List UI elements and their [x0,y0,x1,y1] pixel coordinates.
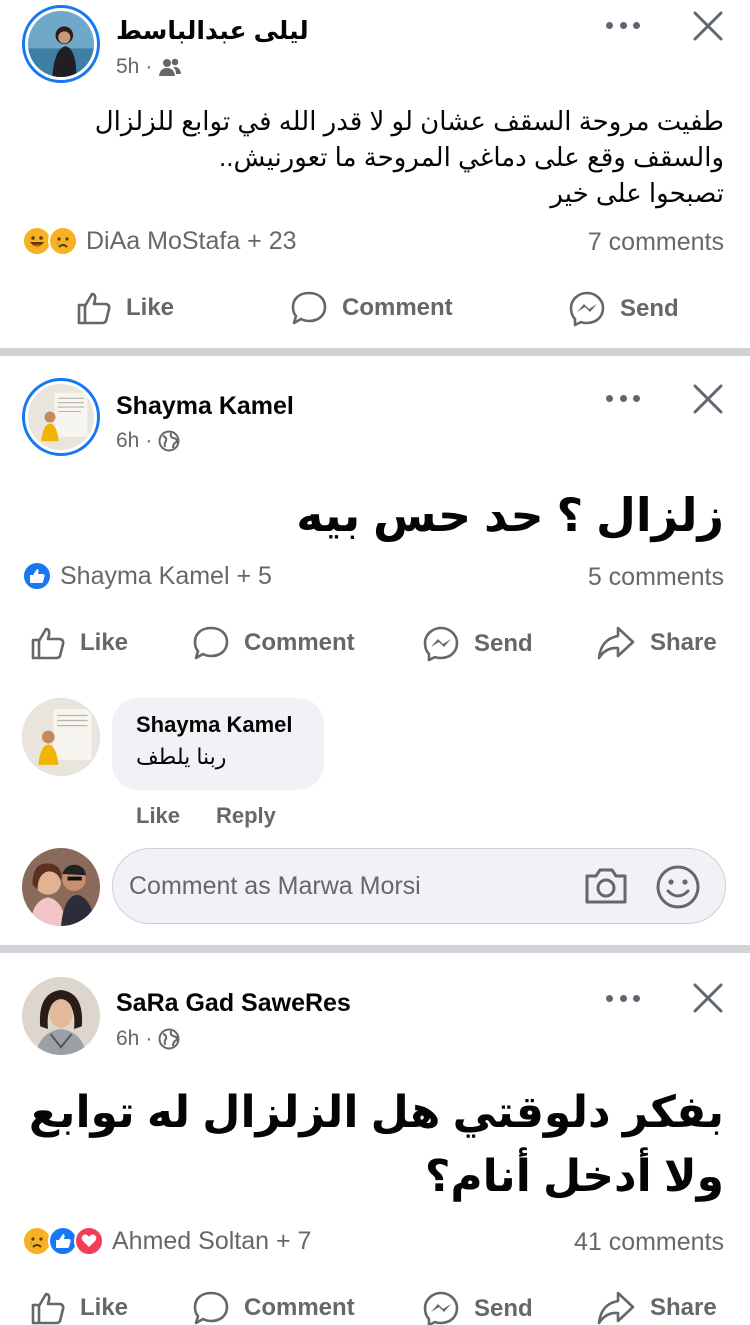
comment-icon [193,1291,229,1325]
post-1: ليلى عبدالباسط 5h · طفيت مروحة السقف عشا… [0,0,750,348]
globe-icon [158,430,180,452]
current-user-avatar[interactable] [22,848,100,926]
close-icon[interactable] [691,9,725,43]
comment-reply-link[interactable]: Reply [216,803,276,829]
send-label: Send [620,295,679,322]
comments-count[interactable]: 7 comments [588,228,724,257]
messenger-icon [423,626,459,662]
post-separator [0,348,750,356]
share-button[interactable]: Share [596,625,717,661]
post-meta: 6h · [116,429,180,453]
like-icon [77,292,111,325]
post-body-line: والسقف وقع على دماغي المروحة ما تعورنيش.… [219,142,724,172]
comment-button[interactable]: Comment [192,1290,355,1325]
commenter-avatar[interactable] [22,698,100,776]
comments-count[interactable]: 5 comments [588,563,724,592]
friends-icon [159,58,182,76]
comment-label: Comment [244,1294,355,1321]
comment-text: ربنا يلطف [136,744,227,769]
share-icon [597,626,635,660]
more-options-icon[interactable] [606,18,640,32]
like-button[interactable]: Like [30,625,128,661]
comment-input-box[interactable] [112,848,726,924]
share-label: Share [650,629,717,656]
post-meta: 5h · [116,55,182,79]
messenger-icon [423,1291,459,1325]
author-avatar[interactable] [22,977,100,1055]
more-options-icon[interactable] [606,391,640,405]
share-label: Share [650,1294,717,1321]
send-button[interactable]: Send [568,290,679,328]
comment-author[interactable]: Shayma Kamel [136,712,300,738]
post-2: Shayma Kamel 6h · زلزال ؟ حد حس بيه Shay… [0,356,750,945]
send-button[interactable]: Send [422,625,533,663]
emoji-icon[interactable] [655,864,701,910]
post-body-line: طفيت مروحة السقف عشان لو لا قدر الله في … [94,106,724,136]
post-body-line: ولا أدخل أنام؟ [424,1152,724,1201]
comment-icon [193,626,229,660]
author-name[interactable]: Shayma Kamel [116,392,294,421]
comment-like-link[interactable]: Like [136,803,180,829]
comment-input[interactable] [129,849,559,923]
like-button[interactable]: Like [76,290,174,326]
reactions-summary[interactable]: DiAa MoStafa + 23 [22,226,297,256]
send-label: Send [474,1295,533,1322]
comment-icon [291,291,327,325]
globe-icon [158,1028,180,1050]
like-icon [31,627,65,660]
meta-dot: · [145,429,153,452]
post-body: بفكر دلوقتي هل الزلزال له توابع ولا أدخل… [29,1081,724,1209]
post-time[interactable]: 6h [116,429,139,453]
author-avatar[interactable] [22,378,100,456]
post-time[interactable]: 6h [116,1027,139,1051]
close-icon[interactable] [691,981,725,1015]
comments-count[interactable]: 41 comments [574,1228,724,1257]
comment-button[interactable]: Comment [290,290,453,326]
author-avatar[interactable] [22,5,100,83]
messenger-icon [569,291,605,327]
sad-reaction-icon [48,226,78,256]
love-reaction-icon [74,1226,104,1256]
author-name[interactable]: ليلى عبدالباسط [116,16,309,46]
meta-dot: · [145,1027,153,1050]
post-body: طفيت مروحة السقف عشان لو لا قدر الله في … [95,103,724,211]
reactions-text: Shayma Kamel + 5 [60,561,272,590]
like-icon [31,1292,65,1325]
post-body-line: تصبحوا على خير [550,178,724,208]
meta-dot: · [145,55,153,78]
share-button[interactable]: Share [596,1290,717,1325]
comment-label: Comment [244,629,355,656]
like-label: Like [126,294,175,321]
share-icon [597,1291,635,1325]
like-label: Like [80,1294,129,1321]
close-icon[interactable] [691,382,725,416]
author-name[interactable]: SaRa Gad SaweRes [116,989,351,1018]
post-time[interactable]: 5h [116,55,139,79]
post-meta: 6h · [116,1027,180,1051]
comment-label: Comment [342,294,453,321]
reactions-text: Ahmed Soltan + 7 [112,1226,312,1255]
like-button[interactable]: Like [30,1290,128,1325]
reactions-text: DiAa MoStafa + 23 [86,226,297,255]
like-reaction-icon [22,561,52,591]
post-3: SaRa Gad SaweRes 6h · بفكر دلوقتي هل الز… [0,953,750,1325]
like-label: Like [80,629,129,656]
send-label: Send [474,630,533,657]
comment-button[interactable]: Comment [192,625,355,661]
send-button[interactable]: Send [422,1290,533,1325]
post-separator [0,945,750,953]
camera-icon[interactable] [583,866,629,906]
post-body: زلزال ؟ حد حس بيه [296,489,724,541]
post-body-line: بفكر دلوقتي هل الزلزال له توابع [28,1088,724,1137]
reactions-summary[interactable]: Shayma Kamel + 5 [22,561,272,591]
comment-bubble: Shayma Kamel ربنا يلطف [112,698,324,790]
more-options-icon[interactable] [606,991,640,1005]
reactions-summary[interactable]: Ahmed Soltan + 7 [22,1226,311,1256]
